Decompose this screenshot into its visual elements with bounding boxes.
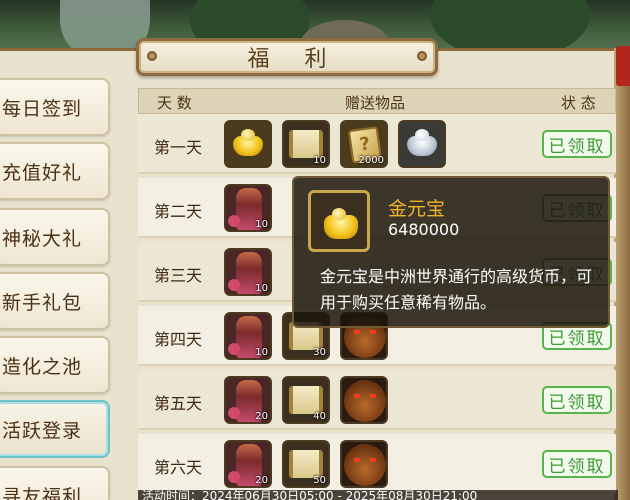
- header-gifts: 赠送物品: [345, 94, 406, 112]
- item-count: 30: [313, 347, 326, 358]
- figure-icon[interactable]: 20: [224, 440, 272, 488]
- item-count: 2000: [358, 155, 384, 166]
- sidebar-item-newbie-pack[interactable]: 新手礼包: [0, 272, 110, 330]
- sidebar-item-label: 神秘大礼: [2, 227, 83, 250]
- tooltip-item-name: 金元宝: [388, 198, 446, 220]
- figure-icon[interactable]: 10: [224, 184, 272, 232]
- item-count: 10: [255, 347, 268, 358]
- table-row: 第五天 20 40 已领取: [138, 370, 616, 430]
- panel-frame: [614, 48, 630, 500]
- tooltip-description: 金元宝是中洲世界通行的高级货币，可用于购买任意稀有物品。: [320, 267, 593, 312]
- sidebar-item-label: 每日签到: [2, 97, 83, 120]
- day-label: 第三天: [154, 266, 203, 285]
- item-count: 50: [313, 475, 326, 486]
- page-title: 福 利: [247, 47, 341, 72]
- sidebar-item-label: 活跃登录: [2, 419, 83, 442]
- day-label: 第六天: [154, 458, 203, 477]
- figure-icon[interactable]: 10: [224, 248, 272, 296]
- item-count: 20: [255, 411, 268, 422]
- ornament-icon: [147, 51, 157, 61]
- bear-icon[interactable]: [340, 440, 388, 488]
- sidebar-item-friend-welfare[interactable]: 寻友福利: [0, 466, 110, 500]
- ornament-icon: [417, 51, 427, 61]
- table-row: 第一天 10 ? 2000 已领取: [138, 114, 616, 174]
- close-tab-marker[interactable]: [616, 46, 630, 86]
- sidebar-item-label: 新手礼包: [2, 291, 83, 314]
- item-tooltip: 金元宝 6480000 金元宝是中洲世界通行的高级货币，可用于购买任意稀有物品。: [292, 176, 610, 328]
- claimed-button[interactable]: 已领取: [542, 130, 612, 158]
- header-status: 状 态: [561, 94, 596, 112]
- gold-ingot-icon[interactable]: [224, 120, 272, 168]
- sidebar-item-recharge-gift[interactable]: 充值好礼: [0, 142, 110, 200]
- claimed-button[interactable]: 已领取: [542, 386, 612, 414]
- figure-icon[interactable]: 20: [224, 376, 272, 424]
- silver-ingot-icon[interactable]: [398, 120, 446, 168]
- item-count: 20: [255, 475, 268, 486]
- day-label: 第一天: [154, 138, 203, 157]
- gold-ingot-icon: [308, 190, 370, 252]
- item-count: 10: [255, 219, 268, 230]
- scroll-icon[interactable]: 40: [282, 376, 330, 424]
- tooltip-item-count: 6480000: [388, 220, 460, 239]
- sidebar-item-label: 造化之池: [2, 355, 83, 378]
- sidebar-item-creation-pool[interactable]: 造化之池: [0, 336, 110, 394]
- sidebar-item-label: 寻友福利: [2, 485, 83, 500]
- sidebar-item-daily-checkin[interactable]: 每日签到: [0, 78, 110, 136]
- sidebar-item-mystery-gift[interactable]: 神秘大礼: [0, 208, 110, 266]
- scroll-icon[interactable]: 10: [282, 120, 330, 168]
- day-label: 第四天: [154, 330, 203, 349]
- sidebar-item-label: 充值好礼: [2, 161, 83, 184]
- bear-icon[interactable]: [340, 376, 388, 424]
- scroll-icon[interactable]: 50: [282, 440, 330, 488]
- claimed-button[interactable]: 已领取: [542, 450, 612, 478]
- table-header: 天 数 赠送物品 状 态: [138, 88, 616, 114]
- figure-icon[interactable]: 10: [224, 312, 272, 360]
- mystery-card-icon[interactable]: ? 2000: [340, 120, 388, 168]
- header-day: 天 数: [157, 94, 192, 112]
- table-row: 第六天 20 50 已领取: [138, 434, 616, 494]
- title-plate: 福 利: [136, 38, 438, 76]
- item-count: 40: [313, 411, 326, 422]
- item-count: 10: [313, 155, 326, 166]
- sidebar-item-active-login[interactable]: 活跃登录: [0, 400, 110, 458]
- item-count: 10: [255, 283, 268, 294]
- day-label: 第二天: [154, 202, 203, 221]
- event-time: 活动时间：2024年06月30日05:00 - 2025年08月30日21:00: [138, 490, 618, 500]
- day-label: 第五天: [154, 394, 203, 413]
